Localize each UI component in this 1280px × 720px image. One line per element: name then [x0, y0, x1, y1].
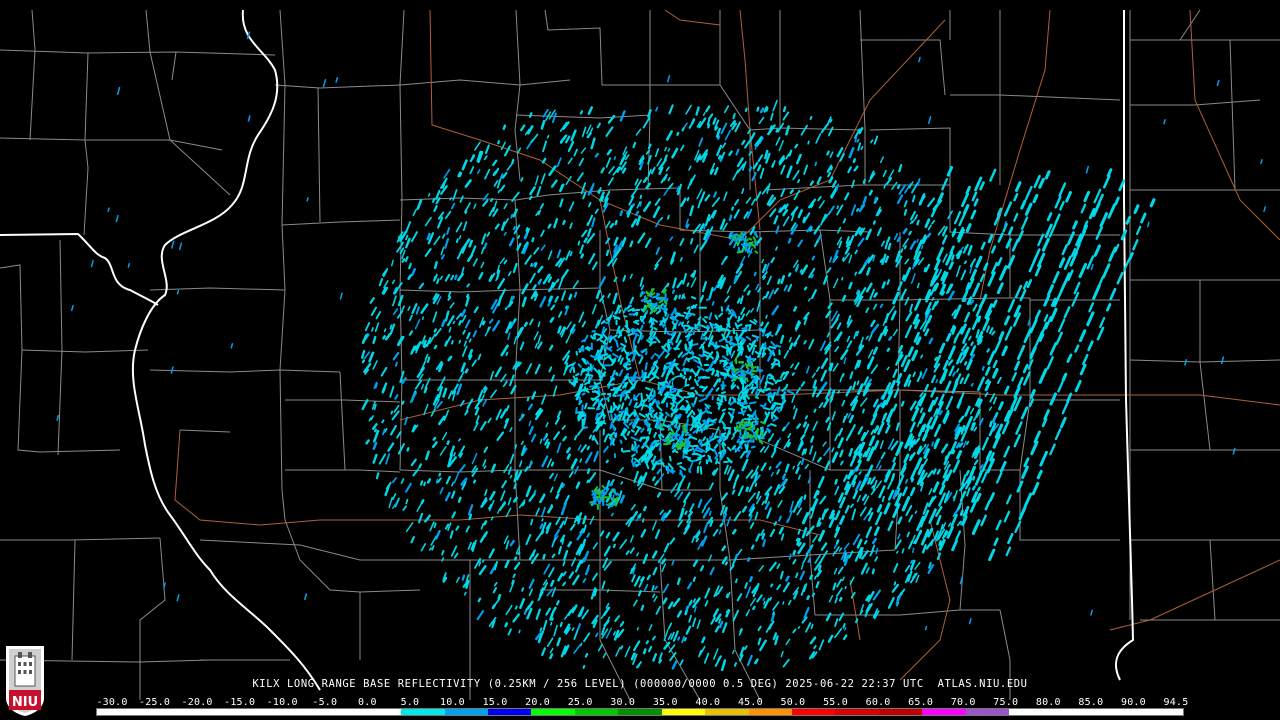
- logo-text: NIU: [12, 695, 38, 710]
- colorbar-swatch: [661, 709, 706, 715]
- colorbar-swatch: [401, 709, 445, 715]
- colorbar-swatch: [357, 709, 402, 715]
- colorbar-swatch: [1052, 709, 1097, 715]
- colorbar-tick-label: 94.5: [1163, 697, 1189, 708]
- product-title: KILX LONG RANGE BASE REFLECTIVITY (0.25K…: [252, 678, 1028, 690]
- colorbar-tick-label: -10.0: [266, 697, 298, 708]
- colorbar-tick-label: 55.0: [823, 697, 848, 708]
- colorbar-tick-label: 65.0: [908, 697, 934, 708]
- colorbar-swatch: [705, 709, 749, 715]
- colorbar-tick-label: 50.0: [780, 697, 806, 708]
- colorbar-swatch: [1096, 709, 1140, 715]
- colorbar-tick-label: 25.0: [567, 697, 593, 708]
- colorbar-tick-label: 30.0: [610, 697, 636, 708]
- colorbar-swatch: [487, 709, 532, 715]
- colorbar-swatch: [748, 709, 792, 715]
- colorbar-tick-label: 80.0: [1035, 697, 1061, 708]
- colorbar-tick-label: 5.0: [400, 697, 420, 708]
- colorbar-tick-label: -15.0: [224, 697, 256, 708]
- colorbar-tick-label: 20.0: [525, 697, 551, 708]
- colorbar-tick-label: 35.0: [652, 697, 678, 708]
- colorbar-tick-label: -20.0: [181, 697, 213, 708]
- colorbar-tick-label: 40.0: [695, 697, 721, 708]
- colorbar-tick-label: 70.0: [950, 697, 976, 708]
- niu-logo: NIU: [6, 646, 44, 716]
- colorbar-tick-label: 60.0: [865, 697, 891, 708]
- colorbar-swatch: [97, 709, 141, 715]
- colorbar-swatch: [183, 709, 228, 715]
- colorbar-tick-label: 10.0: [440, 697, 465, 708]
- colorbar-tick-label: -5.0: [312, 697, 338, 708]
- colorbar-swatch: [270, 709, 315, 715]
- colorbar-swatch: [444, 709, 488, 715]
- colorbar-swatch: [835, 709, 879, 715]
- colorbar-swatch: [227, 709, 271, 715]
- colorbar-swatch: [314, 709, 358, 715]
- colorbar-swatch: [1009, 709, 1053, 715]
- colorbar-swatch: [140, 709, 184, 715]
- colorbar-swatch: [574, 709, 619, 715]
- colorbar-swatch: [922, 709, 966, 715]
- colorbar-tick-label: 15.0: [482, 697, 508, 708]
- radar-site-marker: [673, 377, 685, 389]
- colorbar-tick-label: 85.0: [1078, 697, 1104, 708]
- colorbar-swatch: [618, 709, 662, 715]
- colorbar-swatch: [1139, 709, 1183, 715]
- colorbar-tick-label: -25.0: [138, 697, 171, 708]
- colorbar-tick-label: 90.0: [1120, 697, 1146, 708]
- colorbar-tick-label: -30.0: [96, 697, 128, 708]
- colorbar-swatch: [878, 709, 923, 715]
- colorbar: [96, 708, 1184, 716]
- radar-map: [0, 0, 1280, 720]
- colorbar-tick-label: 45.0: [737, 697, 763, 708]
- colorbar-swatch: [792, 709, 836, 715]
- colorbar-swatch: [965, 709, 1010, 715]
- colorbar-swatch: [531, 709, 575, 715]
- colorbar-tick-label: 0.0: [358, 697, 377, 708]
- colorbar-tick-label: 75.0: [993, 697, 1019, 708]
